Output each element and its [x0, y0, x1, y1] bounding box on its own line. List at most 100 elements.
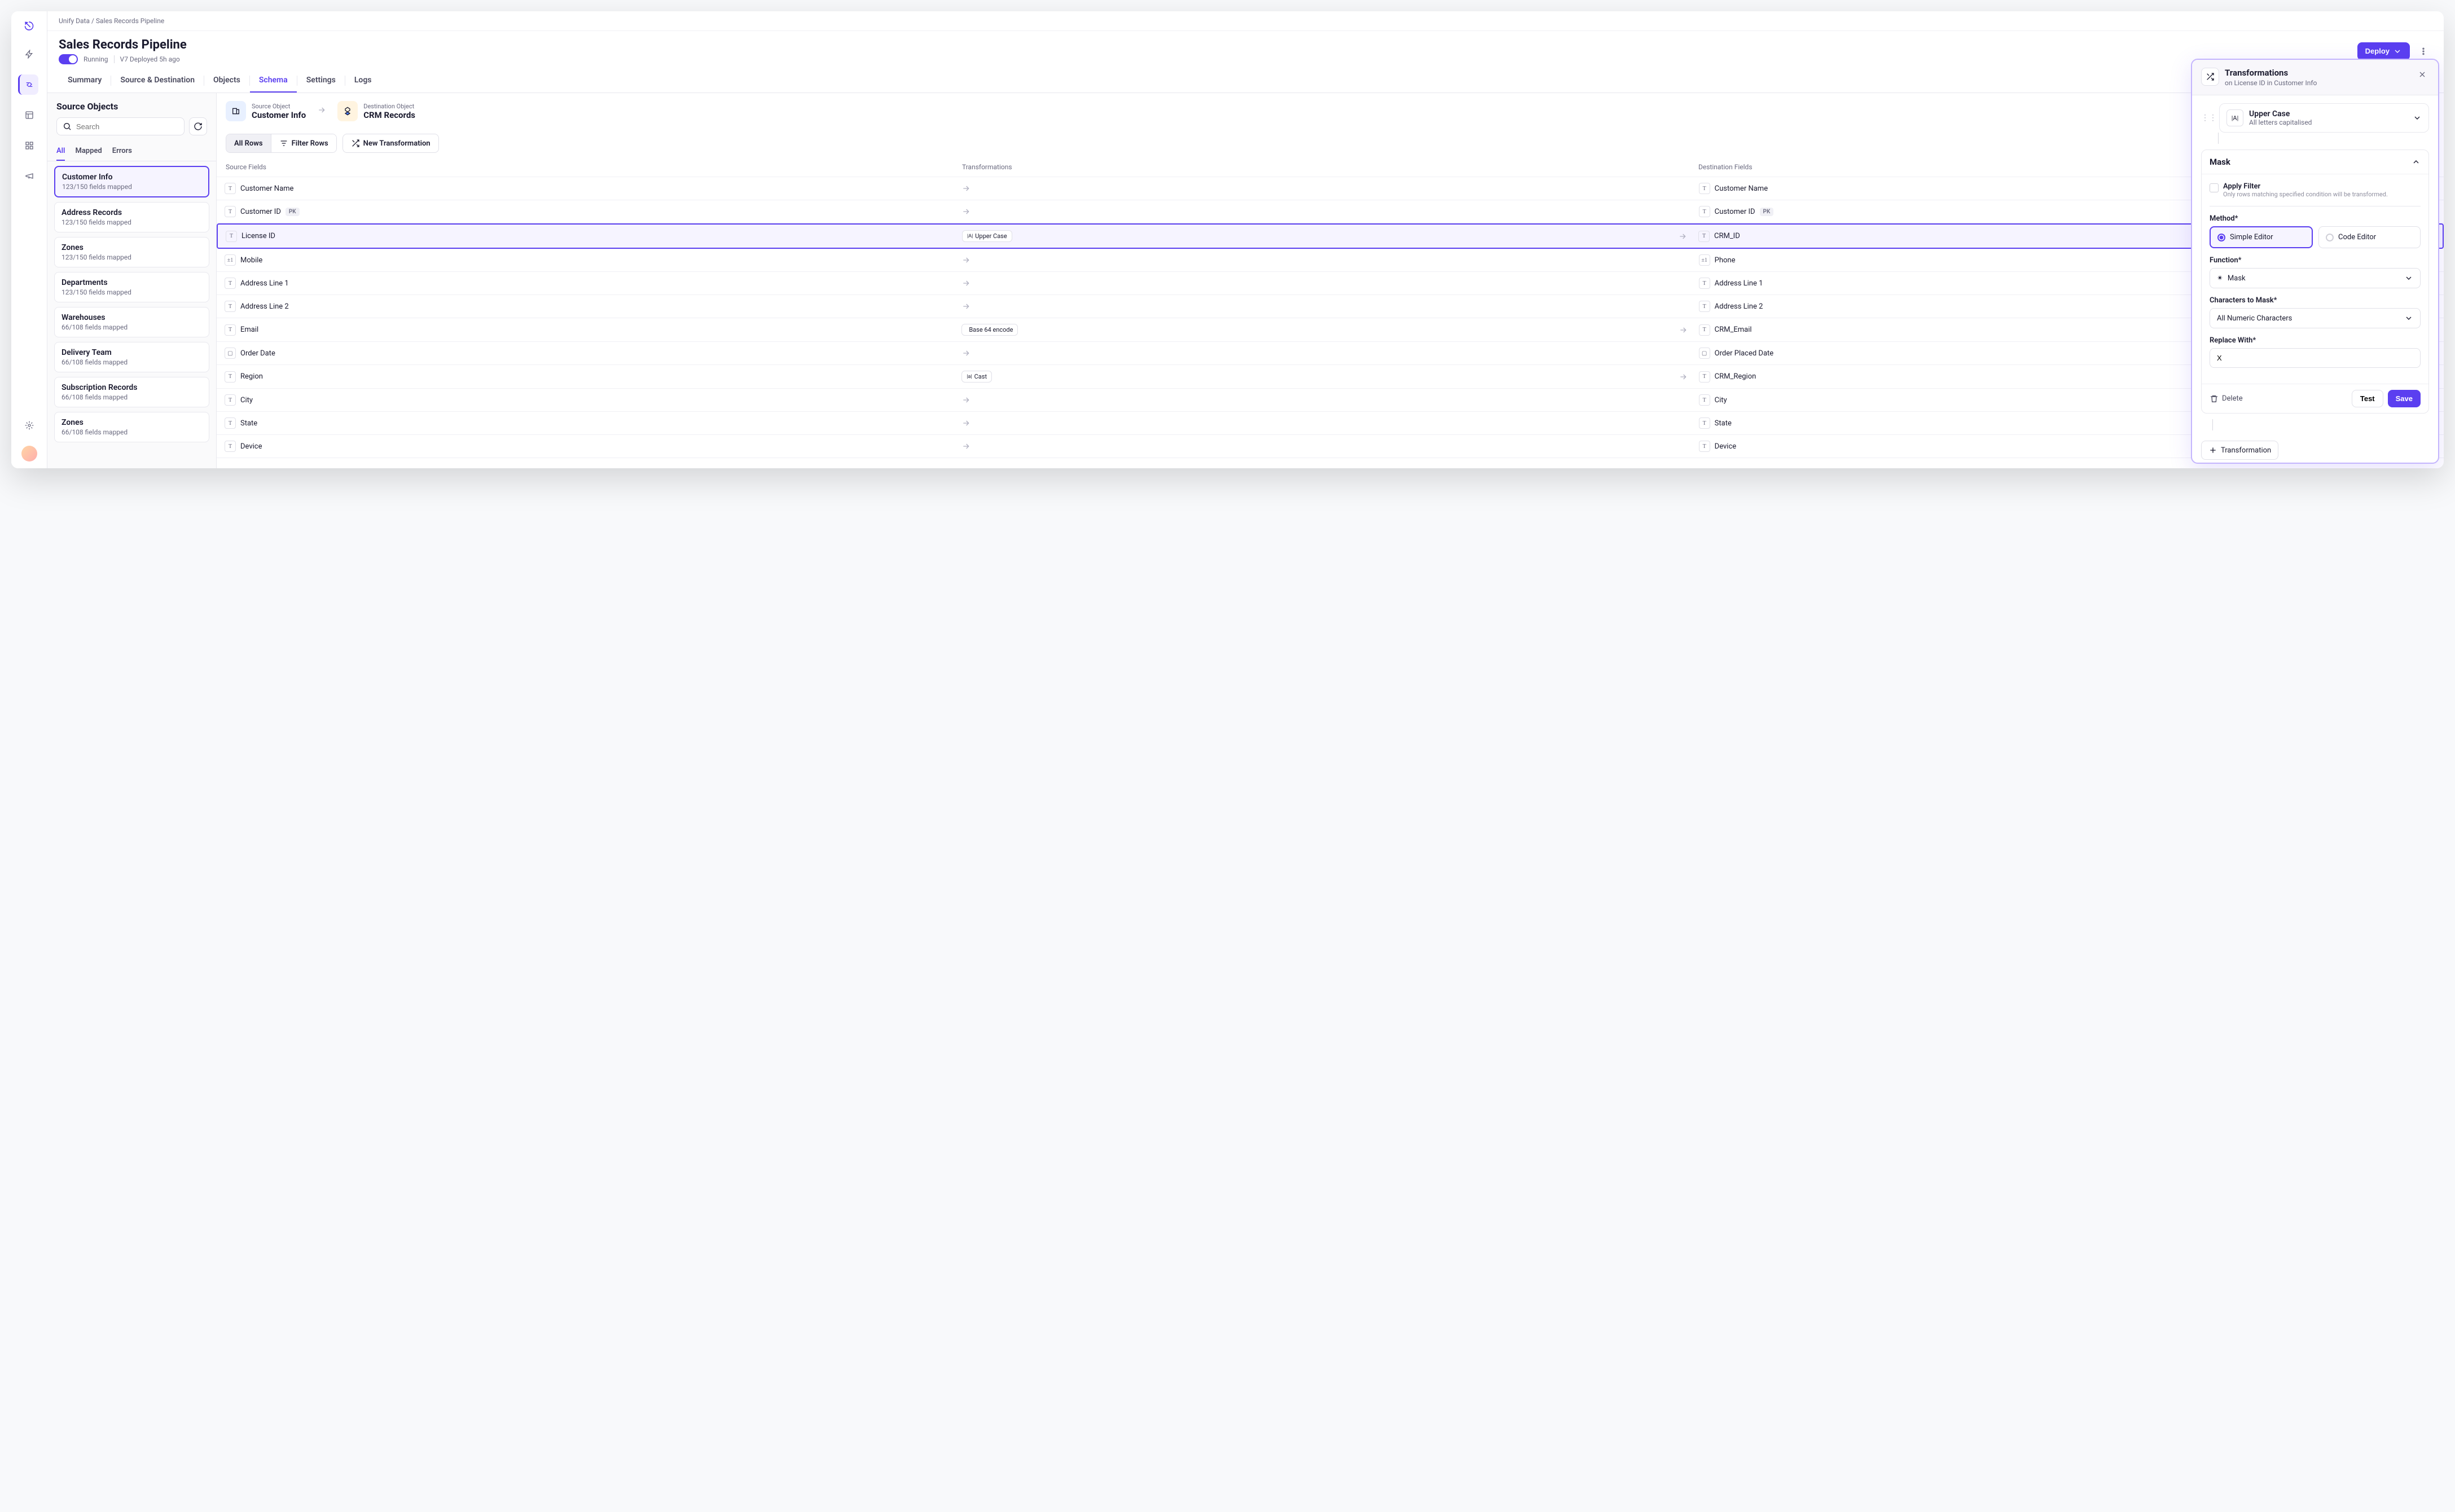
chevron-down-icon	[2404, 274, 2413, 283]
running-label: Running	[84, 55, 108, 63]
field-mapping-row[interactable]: ±1Mobile±1Phone	[217, 249, 2444, 272]
search-icon	[63, 122, 72, 131]
rail-settings-icon[interactable]	[19, 415, 39, 436]
shuffle-icon	[2201, 68, 2219, 86]
main-tabs: SummarySource & DestinationObjectsSchema…	[47, 69, 2444, 93]
breadcrumb-current: Sales Records Pipeline	[96, 17, 164, 25]
function-label: Function*	[2210, 256, 2421, 265]
transformation-chip: |a|Cast	[961, 371, 992, 383]
mask-card: Mask Apply Filter Only rows matching spe…	[2201, 150, 2429, 414]
function-select[interactable]: ✴Mask	[2210, 268, 2421, 288]
source-object-name: Customer Info	[252, 110, 306, 120]
rail-grid-icon[interactable]	[19, 135, 39, 156]
rail-announce-icon[interactable]	[19, 166, 39, 186]
tab-objects[interactable]: Objects	[204, 69, 249, 93]
nav-rail: ⎋	[11, 11, 47, 468]
search-input[interactable]	[56, 117, 185, 135]
source-object-item[interactable]: Customer Info123/150 fields mapped	[54, 166, 209, 197]
source-object-item[interactable]: Zones66/108 fields mapped	[54, 412, 209, 442]
rail-pipeline-icon[interactable]	[18, 74, 38, 95]
source-object-item[interactable]: Warehouses66/108 fields mapped	[54, 307, 209, 337]
user-avatar[interactable]	[21, 446, 37, 461]
method-label: Method*	[2210, 214, 2421, 223]
test-button[interactable]: Test	[2352, 390, 2383, 407]
field-mapping-row[interactable]: TAddress Line 1TAddress Line 1	[217, 272, 2444, 295]
uppercase-icon: |A|	[2226, 109, 2243, 126]
breadcrumb-root[interactable]: Unify Data	[59, 17, 90, 25]
source-object-label: Source Object	[252, 103, 306, 110]
add-transformation-button[interactable]: Transformation	[2201, 441, 2278, 460]
transformations-panel: Transformations on License ID in Custome…	[2191, 59, 2439, 464]
dest-object-name: CRM Records	[363, 110, 415, 120]
field-mapping-row[interactable]: TCustomer IDPKTCustomer IDPK	[217, 200, 2444, 223]
field-mapping-row[interactable]: TLicense ID|A|Upper CaseTCRM_ID	[217, 223, 2444, 249]
col-trans: Transformations	[962, 163, 1698, 171]
refresh-button[interactable]	[189, 117, 207, 135]
field-mapping-row[interactable]: TDeviceTDevice	[217, 435, 2444, 458]
field-mapping-row[interactable]: TAddress Line 2TAddress Line 2	[217, 295, 2444, 318]
field-mapping-row[interactable]: TEmailBase 64 encodeTCRM_Email	[217, 318, 2444, 342]
dest-object-label: Destination Object	[363, 103, 415, 110]
transformation-card-uppercase[interactable]: |A| Upper Case All letters capitalised	[2219, 103, 2429, 133]
panel-title: Transformations	[2225, 68, 2317, 78]
field-mapping-row[interactable]: TRegion|a|CastTCRM_Region	[217, 365, 2444, 389]
source-object-item[interactable]: Departments123/150 fields mapped	[54, 272, 209, 302]
apply-filter-checkbox[interactable]	[2210, 183, 2219, 192]
all-rows-tab[interactable]: All Rows	[226, 134, 271, 152]
chevron-down-icon	[2413, 113, 2422, 122]
filter-all[interactable]: All	[56, 142, 65, 161]
filter-mapped[interactable]: Mapped	[75, 142, 102, 161]
new-transformation-button[interactable]: New Transformation	[342, 134, 439, 153]
more-menu-icon[interactable]	[2414, 42, 2432, 60]
transformation-chip: Base 64 encode	[961, 324, 1018, 336]
field-mapping-row[interactable]: TCityTCity	[217, 389, 2444, 412]
transformation-chip: |A|Upper Case	[962, 230, 1012, 242]
logo: ⎋	[21, 18, 37, 34]
mask-header[interactable]: Mask	[2202, 150, 2428, 174]
filter-errors[interactable]: Errors	[112, 142, 132, 161]
deploy-button[interactable]: Deploy	[2357, 42, 2410, 60]
source-object-item[interactable]: Subscription Records66/108 fields mapped	[54, 377, 209, 407]
running-toggle[interactable]	[59, 54, 78, 64]
source-object-item[interactable]: Address Records123/150 fields mapped	[54, 202, 209, 232]
page-title: Sales Records Pipeline	[59, 38, 187, 52]
mapping-area: Source Object Customer Info Destination …	[217, 93, 2444, 468]
replace-input[interactable]	[2210, 348, 2421, 368]
sparkle-icon: ✴	[2217, 274, 2223, 283]
delete-button[interactable]: Delete	[2210, 394, 2243, 403]
shuffle-icon	[351, 139, 360, 148]
source-objects-sidebar: Source Objects All Mapped Errors Customer …	[47, 93, 217, 468]
chars-label: Characters to Mask*	[2210, 296, 2421, 305]
save-button[interactable]: Save	[2388, 390, 2421, 407]
rail-bolt-icon[interactable]	[19, 44, 39, 64]
source-object-item[interactable]: Zones123/150 fields mapped	[54, 237, 209, 267]
dest-object-icon	[337, 101, 358, 121]
replace-label: Replace With*	[2210, 336, 2421, 345]
tab-summary[interactable]: Summary	[59, 69, 111, 93]
sidebar-filters: All Mapped Errors	[47, 142, 216, 161]
field-mapping-row[interactable]: TCustomer NameTCustomer Name	[217, 177, 2444, 200]
field-mapping-row[interactable]: ▢Order Date▢Order Placed Date	[217, 342, 2444, 365]
sidebar-title: Source Objects	[56, 101, 207, 112]
tab-settings[interactable]: Settings	[297, 69, 345, 93]
tab-source-destination[interactable]: Source & Destination	[111, 69, 204, 93]
panel-subtitle: on License ID in Customer Info	[2225, 79, 2317, 87]
chevron-up-icon	[2412, 157, 2421, 166]
drag-handle-icon[interactable]: ⋮⋮	[2201, 113, 2217, 122]
simple-editor-radio[interactable]: Simple Editor	[2210, 226, 2313, 248]
rail-layout-icon[interactable]	[19, 105, 39, 125]
filter-icon	[279, 139, 288, 148]
tab-logs[interactable]: Logs	[345, 69, 381, 93]
breadcrumb: Unify Data / Sales Records Pipeline	[47, 11, 2444, 31]
chars-select[interactable]: All Numeric Characters	[2210, 308, 2421, 328]
chevron-down-icon	[2404, 314, 2413, 323]
version-label: V7 Deployed 5h ago	[120, 55, 180, 63]
field-mapping-row[interactable]: TStateTState	[217, 412, 2444, 435]
plus-icon	[2208, 446, 2217, 455]
source-object-item[interactable]: Delivery Team66/108 fields mapped	[54, 342, 209, 372]
filter-rows-tab[interactable]: Filter Rows	[271, 134, 336, 152]
code-editor-radio[interactable]: Code Editor	[2318, 226, 2421, 248]
close-icon[interactable]	[2416, 68, 2429, 83]
tab-schema[interactable]: Schema	[250, 69, 297, 93]
trash-icon	[2210, 394, 2219, 403]
